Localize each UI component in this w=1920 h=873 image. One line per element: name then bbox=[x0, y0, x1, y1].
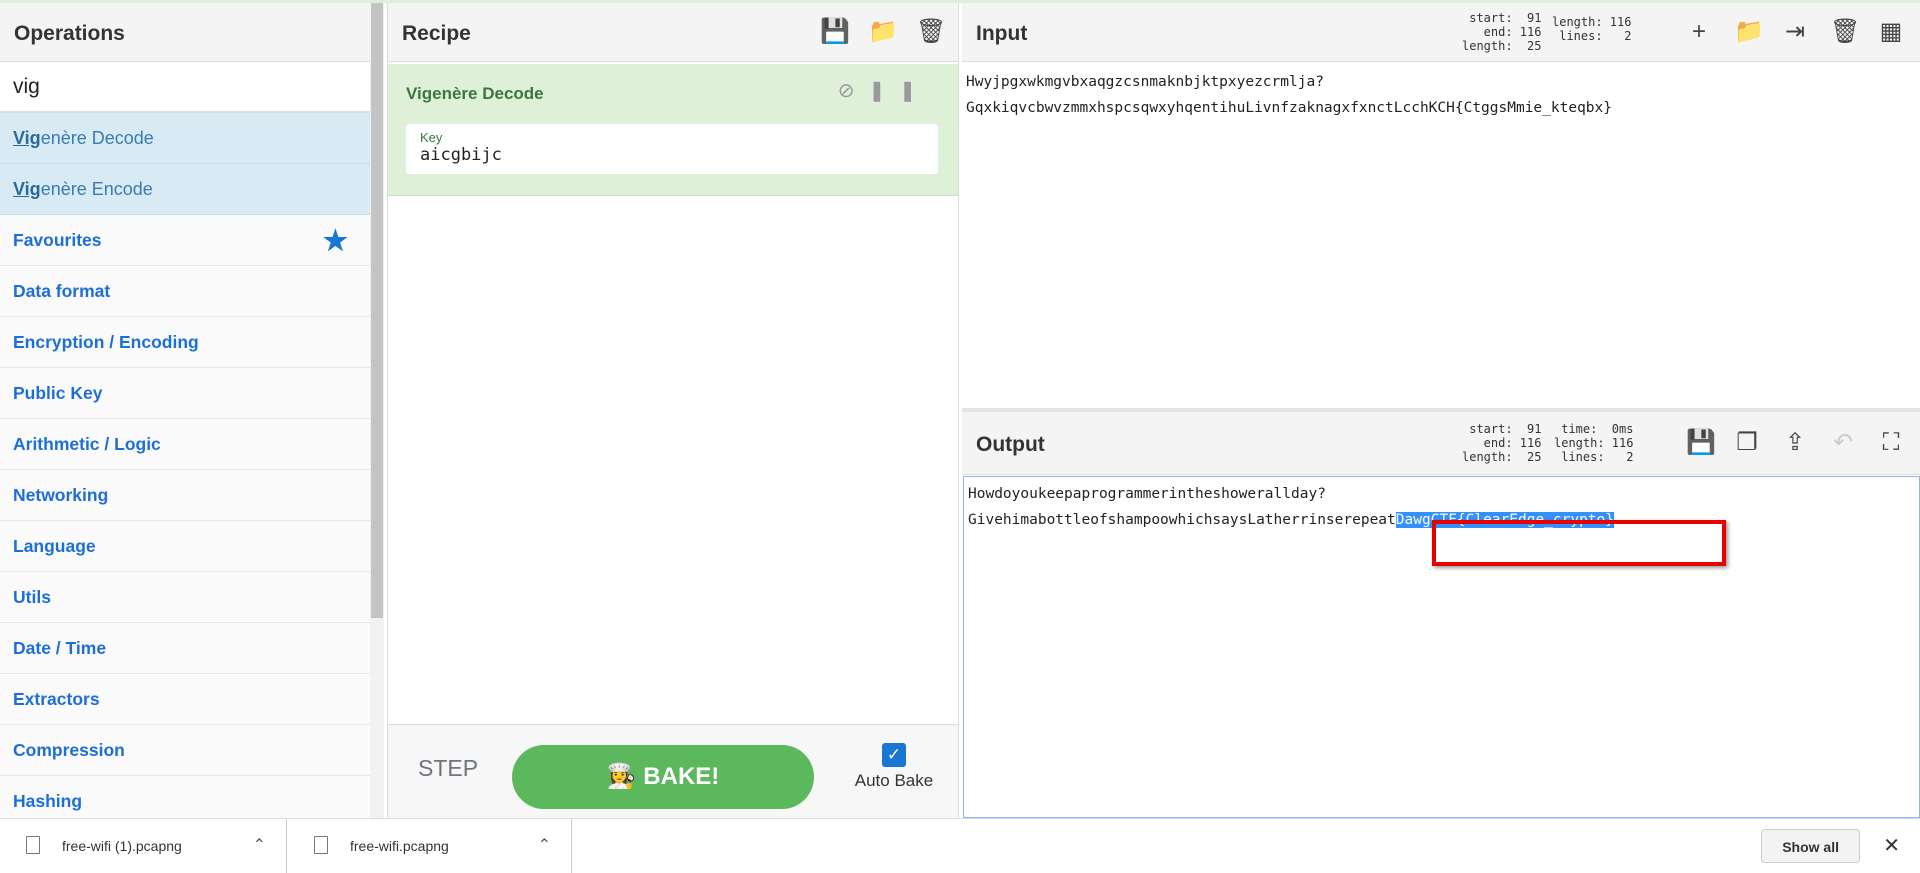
highlight-box bbox=[1432, 520, 1726, 566]
save-icon[interactable]: 💾 bbox=[1686, 430, 1716, 456]
output-header: Output start: 91 end: 116 length: 25 tim… bbox=[962, 412, 1920, 475]
output-selection-stats: start: 91 end: 116 length: 25 bbox=[1462, 422, 1542, 464]
operations-panel: Operations vig Vigenère Decode Vigenère … bbox=[0, 3, 370, 818]
category-item[interactable]: Data format bbox=[0, 266, 370, 317]
open-file-icon[interactable]: ⇥ bbox=[1782, 19, 1808, 45]
input-line: GqxkiqvcbwvzmmxhspcsqwxyhqentihuLivnfzak… bbox=[966, 100, 1613, 116]
input-textarea[interactable]: Hwyjpgxwkmgvbxaqgzcsnmaknbjktpxyezcrmlja… bbox=[962, 65, 1920, 405]
recipe-panel: Recipe 💾 📁 🗑 Vigenère Decode ⊘❚❚ Key aic… bbox=[387, 3, 959, 818]
show-all-button[interactable]: Show all bbox=[1761, 829, 1860, 863]
bake-label: BAKE! bbox=[643, 763, 720, 790]
category-favourites[interactable]: Favourites ★ bbox=[0, 215, 370, 266]
recipe-operation-card[interactable]: Vigenère Decode ⊘❚❚ Key aicgbijc bbox=[388, 64, 958, 196]
output-line: Howdoyoukeepaprogrammerintheshowerallday… bbox=[968, 486, 1326, 502]
folder-icon[interactable]: 📁 bbox=[1734, 19, 1764, 45]
chevron-up-icon[interactable]: ⌃ bbox=[538, 819, 551, 873]
file-icon bbox=[26, 836, 40, 854]
save-icon[interactable]: 💾 bbox=[820, 19, 850, 45]
download-item[interactable]: free-wifi.pcapng ⌃ bbox=[288, 819, 572, 873]
pause-icon[interactable]: ❚❚ bbox=[868, 80, 930, 102]
category-item[interactable]: Networking bbox=[0, 470, 370, 521]
category-item[interactable]: Public Key bbox=[0, 368, 370, 419]
step-button[interactable]: STEP bbox=[418, 755, 478, 782]
download-filename: free-wifi.pcapng bbox=[350, 838, 449, 854]
scrollbar-thumb[interactable] bbox=[371, 3, 383, 618]
recipe-title: Recipe bbox=[402, 22, 471, 45]
category-item[interactable]: Extractors bbox=[0, 674, 370, 725]
bake-button[interactable]: 👩‍🍳 BAKE! bbox=[512, 745, 814, 809]
category-item[interactable]: Compression bbox=[0, 725, 370, 776]
input-selection-stats: start: 91 end: 116 length: 25 bbox=[1462, 11, 1542, 53]
auto-bake-checkbox[interactable]: ✓ bbox=[882, 743, 906, 767]
output-textarea[interactable]: Howdoyoukeepaprogrammerintheshowerallday… bbox=[963, 476, 1920, 818]
trash-icon[interactable]: 🗑 bbox=[1830, 19, 1860, 45]
download-item[interactable]: free-wifi (1).pcapng ⌃ bbox=[0, 819, 287, 873]
copy-icon[interactable]: ❐ bbox=[1734, 430, 1760, 456]
download-bar: free-wifi (1).pcapng ⌃ free-wifi.pcapng … bbox=[0, 818, 1920, 873]
category-item[interactable]: Utils bbox=[0, 572, 370, 623]
match-text: Vig bbox=[13, 128, 41, 148]
close-icon[interactable]: ✕ bbox=[1883, 833, 1900, 858]
input-title: Input bbox=[976, 22, 1028, 45]
op-label: enère Encode bbox=[40, 179, 153, 199]
input-line: Hwyjpgxwkmgvbxaqgzcsnmaknbjktpxyezcrmlja… bbox=[966, 74, 1324, 90]
category-item[interactable]: Language bbox=[0, 521, 370, 572]
operations-title: Operations bbox=[0, 3, 370, 62]
key-value[interactable]: aicgbijc bbox=[420, 145, 924, 165]
op-vigenere-decode[interactable]: Vigenère Decode bbox=[0, 113, 370, 164]
category-item[interactable]: Encryption / Encoding bbox=[0, 317, 370, 368]
output-length-stats: time: 0ms length: 116 lines: 2 bbox=[1554, 422, 1634, 464]
input-panel: Input start: 91 end: 116 length: 25 leng… bbox=[962, 3, 1920, 116]
operations-search-input[interactable]: vig bbox=[0, 62, 370, 113]
output-title: Output bbox=[976, 433, 1045, 456]
category-label: Favourites bbox=[13, 230, 102, 250]
bake-bar: STEP 👩‍🍳 BAKE! ✓ Auto Bake bbox=[388, 724, 958, 818]
operations-scrollbar[interactable] bbox=[370, 3, 384, 818]
category-item[interactable]: Hashing bbox=[0, 776, 370, 818]
match-text: Vig bbox=[13, 179, 41, 199]
star-icon: ★ bbox=[322, 225, 348, 256]
replace-input-icon[interactable]: ⇪ bbox=[1782, 430, 1808, 456]
op-vigenere-encode[interactable]: Vigenère Encode bbox=[0, 164, 370, 215]
output-text: GivehimabottleofshampoowhichsaysLatherri… bbox=[968, 512, 1396, 528]
auto-bake-toggle[interactable]: ✓ Auto Bake bbox=[848, 737, 940, 791]
operation-name: Vigenère Decode bbox=[406, 84, 544, 103]
chef-icon: 👩‍🍳 bbox=[606, 763, 637, 790]
trash-icon[interactable]: 🗑 bbox=[916, 19, 946, 45]
undo-icon: ↶ bbox=[1832, 429, 1854, 456]
add-icon[interactable]: + bbox=[1686, 19, 1712, 45]
recipe-header: Recipe 💾 📁 🗑 bbox=[388, 3, 958, 62]
key-field[interactable]: Key aicgbijc bbox=[406, 124, 938, 174]
op-label: enère Decode bbox=[40, 128, 154, 148]
disable-icon[interactable]: ⊘ bbox=[838, 80, 869, 102]
key-label: Key bbox=[420, 130, 443, 145]
chevron-up-icon[interactable]: ⌃ bbox=[253, 819, 266, 873]
input-length-stats: length: 116 lines: 2 bbox=[1552, 15, 1632, 43]
input-header: Input start: 91 end: 116 length: 25 leng… bbox=[962, 3, 1920, 62]
output-panel: Output start: 91 end: 116 length: 25 tim… bbox=[962, 412, 1920, 818]
category-item[interactable]: Date / Time bbox=[0, 623, 370, 674]
layout-icon[interactable]: ▦ bbox=[1878, 19, 1904, 45]
auto-bake-label: Auto Bake bbox=[854, 771, 934, 790]
folder-icon[interactable]: 📁 bbox=[868, 19, 898, 45]
category-item[interactable]: Arithmetic / Logic bbox=[0, 419, 370, 470]
file-icon bbox=[314, 836, 328, 854]
fullscreen-icon[interactable]: ⛶ bbox=[1878, 430, 1904, 456]
download-filename: free-wifi (1).pcapng bbox=[62, 838, 182, 854]
